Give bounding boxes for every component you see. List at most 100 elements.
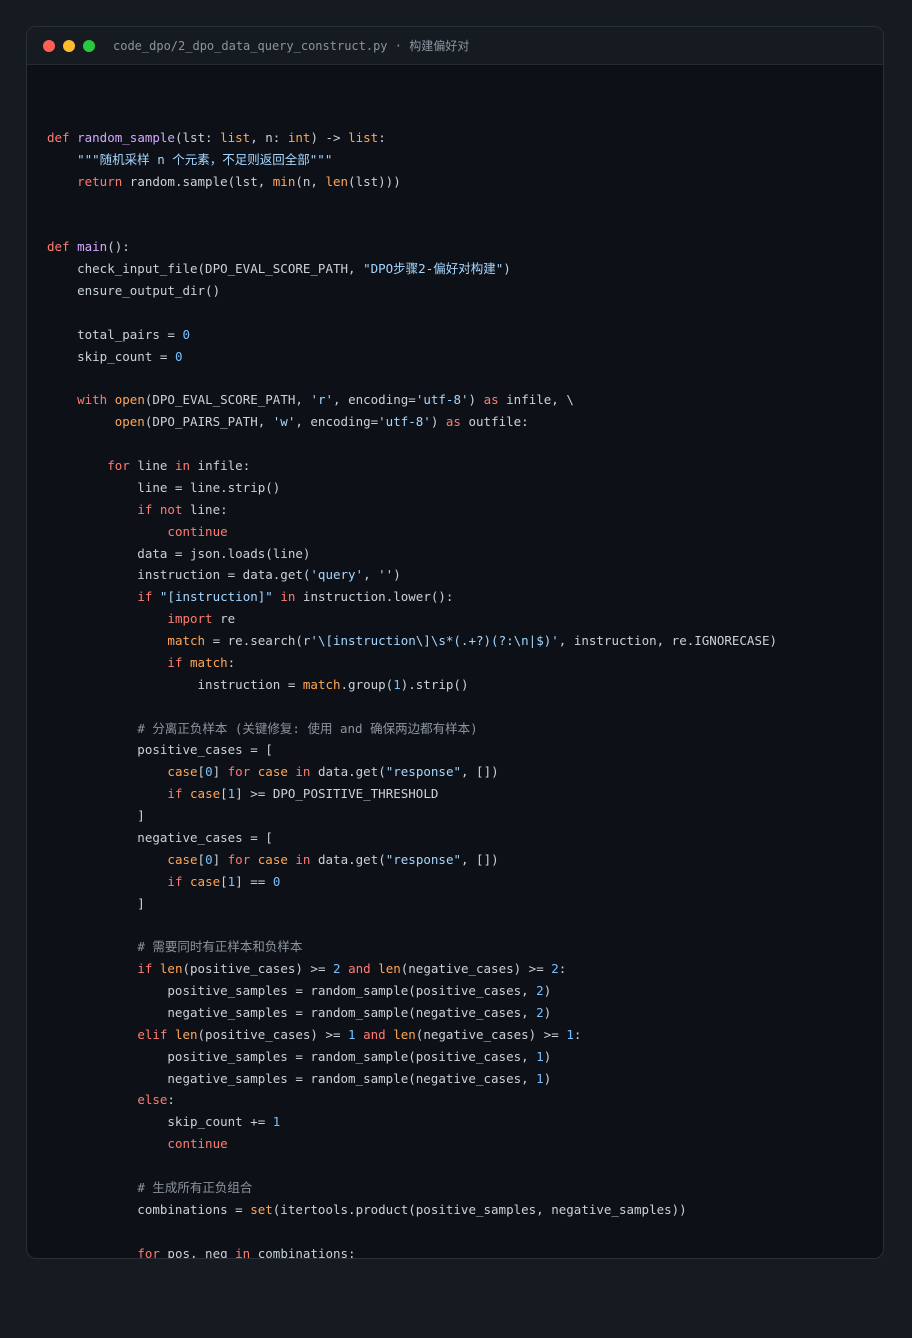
code-line: if match: xyxy=(47,652,777,674)
code-token: ) xyxy=(393,567,401,583)
code-token: if not xyxy=(137,501,183,517)
code-token: positive_samples = random_sample(positiv… xyxy=(47,1048,537,1064)
code-token: len xyxy=(393,1026,416,1042)
code-token: random_sample xyxy=(77,129,175,145)
code-token: : xyxy=(167,1092,175,1108)
code-token: [ xyxy=(220,786,228,802)
code-line: positive_samples = random_sample(positiv… xyxy=(47,1046,777,1068)
code-line: if case[1] == 0 xyxy=(47,871,777,893)
code-line: instruction = data.get('query', '') xyxy=(47,564,777,586)
code-token: line xyxy=(129,458,175,473)
code-token: 0 xyxy=(205,851,213,867)
code-token: , encoding= xyxy=(333,392,416,408)
code-line: if len(positive_cases) >= 2 and len(nega… xyxy=(47,958,777,980)
code-token: continue xyxy=(167,1136,228,1152)
code-line: continue xyxy=(47,1133,777,1155)
code-token: data.get( xyxy=(310,764,386,780)
code-token: combinations: xyxy=(250,1245,356,1259)
code-token: skip_count += xyxy=(47,1114,273,1130)
code-token: "[instruction]" xyxy=(159,589,273,605)
editor-window: code_dpo/2_dpo_data_query_construct.py ·… xyxy=(26,26,884,1259)
code-block[interactable]: def random_sample(lst: list, n: int) -> … xyxy=(47,105,777,1259)
code-token: """随机采样 n 个元素，不足则返回全部""" xyxy=(77,151,333,167)
code-line: case[0] for case in data.get("response",… xyxy=(47,761,777,783)
code-line: negative_cases = [ xyxy=(47,827,777,849)
code-token: 2 xyxy=(333,961,341,977)
code-line: def main(): xyxy=(47,236,777,258)
code-token: (positive_cases) >= xyxy=(197,1026,349,1042)
code-token: 0 xyxy=(182,326,190,342)
code-token: list xyxy=(348,129,379,145)
code-token: , []) xyxy=(461,764,499,780)
code-token: positive_samples = random_sample(positiv… xyxy=(47,983,537,998)
code-line: if "[instruction]" in instruction.lower(… xyxy=(47,586,777,608)
code-token: negative_samples = random_sample(negativ… xyxy=(47,1004,537,1020)
code-token: 2 xyxy=(551,961,559,977)
code-token: 'r' xyxy=(310,392,334,408)
code-token: ] xyxy=(212,764,228,780)
code-token: as xyxy=(483,392,499,408)
code-token: len xyxy=(159,961,183,977)
code-line: positive_samples = random_sample(positiv… xyxy=(47,980,777,1002)
code-line: return random.sample(lst, min(n, len(lst… xyxy=(47,171,777,193)
code-token: (DPO_PAIRS_PATH, xyxy=(144,414,273,430)
code-token: negative_samples = random_sample(negativ… xyxy=(47,1070,537,1086)
code-token: ) xyxy=(543,1004,552,1020)
code-token: 1 xyxy=(536,1048,544,1064)
code-token: (positive_cases) >= xyxy=(182,961,333,977)
code-token: match xyxy=(302,676,341,692)
code-token: if xyxy=(137,961,153,977)
code-line: # 生成所有正负组合 xyxy=(47,1177,777,1199)
code-token: ] xyxy=(47,895,145,911)
close-dot-icon[interactable] xyxy=(43,39,55,52)
code-token: : xyxy=(573,1026,582,1042)
code-token: [ xyxy=(220,873,228,889)
code-token: set xyxy=(250,1201,273,1217)
code-line: skip_count = 0 xyxy=(47,346,777,368)
code-line: else: xyxy=(47,1089,777,1111)
code-token: continue xyxy=(167,523,228,539)
code-line: case[0] for case in data.get("response",… xyxy=(47,849,777,871)
code-token: open xyxy=(114,392,145,408)
code-token: 0 xyxy=(174,348,183,364)
code-token: : xyxy=(227,654,236,670)
code-token: and xyxy=(348,961,371,977)
code-token: 2 xyxy=(536,983,544,998)
code-token: random.sample(lst, xyxy=(122,173,273,189)
maximize-dot-icon[interactable] xyxy=(83,39,95,52)
code-line: def random_sample(lst: list, n: int) -> … xyxy=(47,127,777,149)
code-token: '' xyxy=(378,567,394,583)
window-title: code_dpo/2_dpo_data_query_construct.py ·… xyxy=(113,39,470,53)
minimize-dot-icon[interactable] xyxy=(63,39,75,52)
code-token: case xyxy=(190,873,221,889)
code-token: match xyxy=(190,654,228,670)
code-token: ) xyxy=(543,1070,552,1086)
code-line: positive_cases = [ xyxy=(47,739,777,761)
code-token: "response" xyxy=(385,851,461,867)
code-token: 1 xyxy=(536,1070,544,1086)
code-line: ] xyxy=(47,893,777,915)
code-token: in xyxy=(235,1245,251,1259)
code-token: ] == xyxy=(235,873,273,889)
code-token: (DPO_EVAL_SCORE_PATH, xyxy=(144,392,311,408)
code-token: pos, neg xyxy=(159,1245,236,1259)
code-token: infile, \ xyxy=(498,392,574,408)
code-token: main xyxy=(77,239,108,255)
